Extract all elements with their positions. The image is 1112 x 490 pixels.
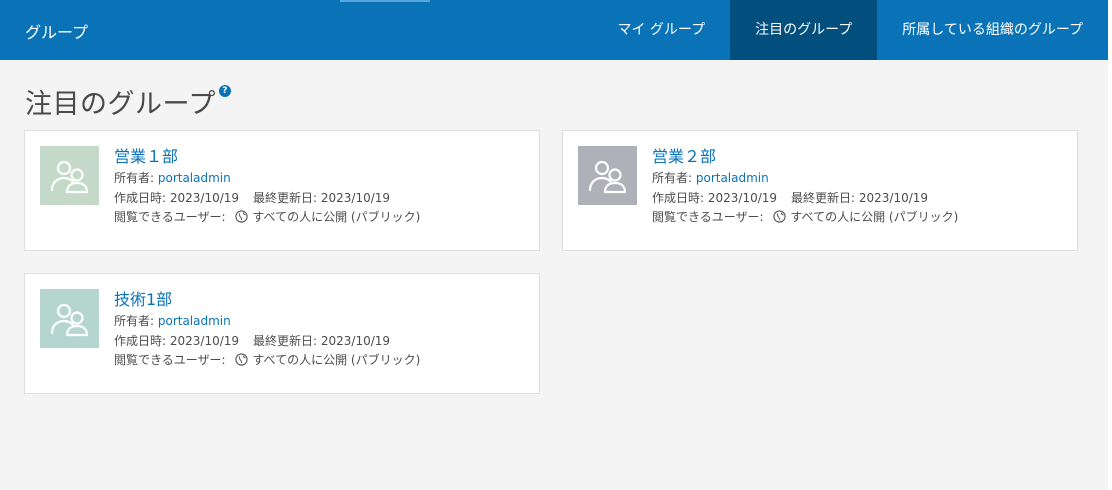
- owner-link[interactable]: portaladmin: [696, 171, 769, 185]
- access-label: 閲覧できるユーザー:: [114, 210, 230, 224]
- owner-line: 所有者: portaladmin: [114, 169, 529, 189]
- modified-label: 最終更新日:: [253, 333, 321, 348]
- scrollbar-track[interactable]: [1108, 0, 1112, 490]
- owner-label: 所有者:: [114, 171, 158, 185]
- access-value: すべての人に公開 (パブリック): [252, 210, 421, 224]
- owner-line: 所有者: portaladmin: [652, 169, 1067, 189]
- question-circle-icon[interactable]: ?: [218, 85, 231, 97]
- top-navigation-bar: グループ マイ グループ 注目のグループ 所属している組織のグループ: [0, 0, 1108, 60]
- group-card: 営業２部 所有者: portaladmin 作成日時: 2023/10/19 最終…: [562, 130, 1078, 251]
- tab-organization-groups[interactable]: 所属している組織のグループ: [877, 0, 1108, 60]
- group-card-body: 営業２部 所有者: portaladmin 作成日時: 2023/10/19 最終…: [652, 147, 1067, 228]
- group-users-icon: [50, 303, 88, 336]
- top-accent-line: [340, 0, 430, 2]
- created-date: 2023/10/19: [169, 333, 240, 348]
- group-thumbnail[interactable]: [40, 146, 99, 205]
- access-line: 閲覧できるユーザー: すべての人に公開 (パブリック): [652, 208, 1067, 228]
- dates-line: 作成日時: 2023/10/19 最終更新日: 2023/10/19: [114, 189, 529, 209]
- group-users-icon: [50, 160, 88, 193]
- access-value: すべての人に公開 (パブリック): [252, 353, 421, 367]
- owner-line: 所有者: portaladmin: [114, 312, 529, 332]
- group-title-link[interactable]: 技術1部: [114, 290, 529, 310]
- group-card-body: 技術1部 所有者: portaladmin 作成日時: 2023/10/19 最終…: [114, 290, 529, 371]
- page-title: 注目のグループ: [25, 89, 216, 120]
- created-label: 作成日時:: [652, 190, 708, 205]
- group-thumbnail[interactable]: [578, 146, 637, 205]
- modified-label: 最終更新日:: [791, 190, 859, 205]
- access-label: 閲覧できるユーザー:: [652, 210, 768, 224]
- modified-label: 最終更新日:: [253, 190, 321, 205]
- app-title: グループ: [25, 23, 89, 42]
- dates-line: 作成日時: 2023/10/19 最終更新日: 2023/10/19: [114, 332, 529, 352]
- created-label: 作成日時:: [114, 190, 170, 205]
- owner-label: 所有者:: [114, 314, 158, 328]
- group-tabs: マイ グループ 注目のグループ 所属している組織のグループ: [592, 0, 1108, 60]
- access-line: 閲覧できるユーザー: すべての人に公開 (パブリック): [114, 208, 529, 228]
- access-label: 閲覧できるユーザー:: [114, 353, 230, 367]
- globe-icon: [773, 210, 787, 223]
- group-card: 技術1部 所有者: portaladmin 作成日時: 2023/10/19 最終…: [24, 273, 540, 394]
- group-card: 営業１部 所有者: portaladmin 作成日時: 2023/10/19 最終…: [24, 130, 540, 251]
- access-value: すべての人に公開 (パブリック): [790, 210, 959, 224]
- modified-date: 2023/10/19: [320, 190, 391, 205]
- created-date: 2023/10/19: [707, 190, 778, 205]
- group-card-body: 営業１部 所有者: portaladmin 作成日時: 2023/10/19 最終…: [114, 147, 529, 228]
- globe-icon: [235, 353, 249, 366]
- group-thumbnail[interactable]: [40, 289, 99, 348]
- tab-featured-groups[interactable]: 注目のグループ: [730, 0, 878, 60]
- group-users-icon: [588, 160, 626, 193]
- created-date: 2023/10/19: [169, 190, 240, 205]
- access-line: 閲覧できるユーザー: すべての人に公開 (パブリック): [114, 351, 529, 371]
- owner-label: 所有者:: [652, 171, 696, 185]
- owner-link[interactable]: portaladmin: [158, 314, 231, 328]
- globe-icon: [235, 210, 249, 223]
- owner-link[interactable]: portaladmin: [158, 171, 231, 185]
- group-title-link[interactable]: 営業１部: [114, 147, 529, 167]
- page-title-area: 注目のグループ ?: [25, 82, 231, 121]
- modified-date: 2023/10/19: [320, 333, 391, 348]
- created-label: 作成日時:: [114, 333, 170, 348]
- group-title-link[interactable]: 営業２部: [652, 147, 1067, 167]
- tab-my-groups[interactable]: マイ グループ: [592, 0, 730, 60]
- dates-line: 作成日時: 2023/10/19 最終更新日: 2023/10/19: [652, 189, 1067, 209]
- modified-date: 2023/10/19: [858, 190, 929, 205]
